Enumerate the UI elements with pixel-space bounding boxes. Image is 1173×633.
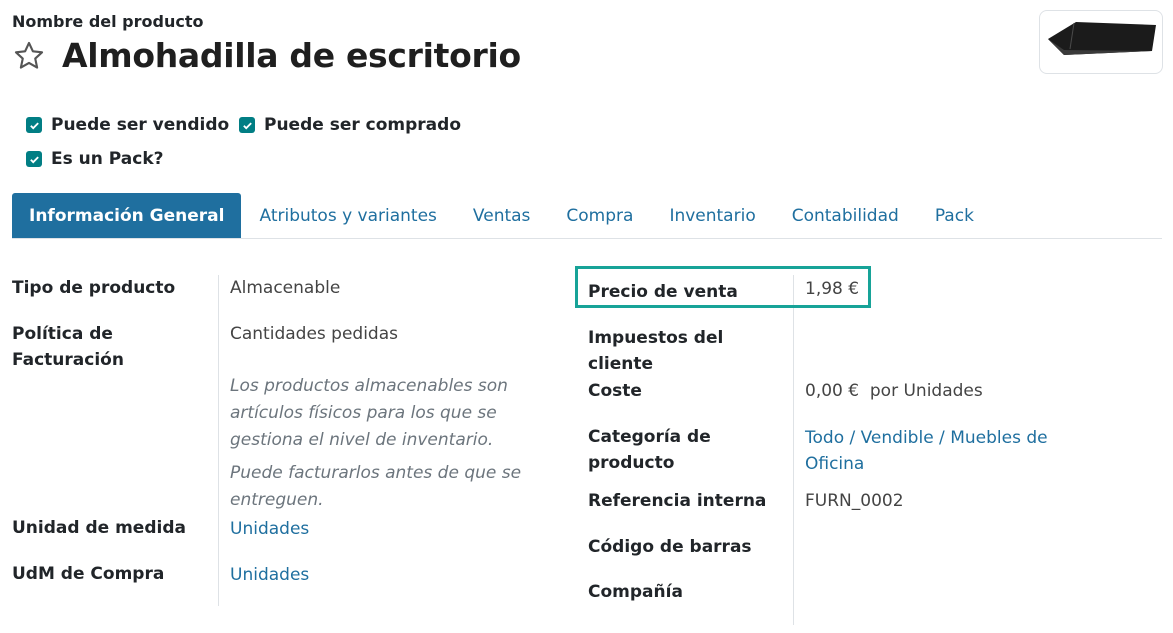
field-codigo-barras[interactable] (805, 534, 1055, 560)
desk-pad-image-icon (1048, 22, 1156, 55)
title-row: Almohadilla de escritorio (12, 36, 521, 75)
tab-compra[interactable]: Compra (548, 193, 651, 238)
coste-unit: por Unidades (869, 381, 983, 401)
tab-ventas[interactable]: Ventas (455, 193, 548, 238)
label-politica-facturacion: Política de Facturación (12, 321, 124, 373)
checkbox-label: Puede ser vendido (51, 115, 230, 135)
help-line: gestiona el nivel de inventario. (230, 430, 494, 450)
checkbox-checked-icon[interactable] (26, 117, 42, 133)
checkbox-checked-icon[interactable] (239, 117, 255, 133)
label-line: Categoría de (588, 427, 711, 447)
label-line: Facturación (12, 350, 124, 370)
field-compania[interactable] (805, 579, 1055, 605)
tab-inventario[interactable]: Inventario (651, 193, 773, 238)
product-image[interactable] (1039, 10, 1163, 74)
product-title[interactable]: Almohadilla de escritorio (62, 36, 521, 75)
checkbox-is-pack[interactable]: Es un Pack? (26, 149, 164, 169)
tab-pack[interactable]: Pack (917, 193, 992, 238)
notebook-tabs: Información General Atributos y variante… (12, 193, 1162, 239)
label-tipo-producto: Tipo de producto (12, 278, 176, 298)
highlight-box (575, 266, 871, 308)
label-compania: Compañía (588, 582, 683, 602)
checkbox-purchase-ok[interactable]: Puede ser comprado (239, 115, 461, 135)
help-line: Los productos almacenables son (230, 376, 508, 396)
field-coste[interactable]: 0,00 € por Unidades (805, 378, 983, 404)
label-line: cliente (588, 354, 654, 374)
left-divider (218, 275, 219, 606)
label-categoria-producto: Categoría de producto (588, 424, 711, 476)
product-name-label: Nombre del producto (12, 12, 204, 31)
checkbox-checked-icon[interactable] (26, 151, 42, 167)
label-impuestos-cliente: Impuestos del cliente (588, 325, 723, 377)
field-unidad-medida[interactable]: Unidades (230, 516, 309, 542)
field-udm-compra[interactable]: Unidades (230, 562, 309, 588)
checkbox-sale-ok[interactable]: Puede ser vendido (26, 115, 229, 135)
label-unidad-medida: Unidad de medida (12, 518, 186, 538)
field-tipo-producto[interactable]: Almacenable (230, 275, 340, 301)
star-icon[interactable] (12, 39, 46, 73)
checkbox-label: Es un Pack? (51, 149, 164, 169)
field-categoria-producto[interactable]: Todo / Vendible / Muebles de Oficina (805, 425, 1048, 477)
link-line: Todo / Vendible / Muebles de (805, 428, 1048, 448)
link-line: Oficina (805, 454, 865, 474)
label-coste: Coste (588, 381, 642, 401)
help-line: artículos físicos para los que se (230, 403, 497, 423)
field-politica-facturacion[interactable]: Cantidades pedidas (230, 321, 398, 347)
tab-atributos-variantes[interactable]: Atributos y variantes (241, 193, 454, 238)
label-line: Impuestos del (588, 328, 724, 348)
help-text-tipo: Los productos almacenables son artículos… (230, 373, 508, 454)
label-codigo-barras: Código de barras (588, 537, 752, 557)
label-udm-compra: UdM de Compra (12, 564, 165, 584)
tab-contabilidad[interactable]: Contabilidad (774, 193, 917, 238)
label-referencia-interna: Referencia interna (588, 491, 767, 511)
label-line: Política de (12, 324, 113, 344)
coste-value: 0,00 € (805, 381, 860, 401)
right-divider (793, 275, 794, 625)
help-line: entreguen. (230, 490, 324, 510)
label-line: producto (588, 453, 675, 473)
help-line: Puede facturarlos antes de que se (230, 463, 522, 483)
tab-informacion-general[interactable]: Información General (12, 193, 242, 238)
checkbox-label: Puede ser comprado (264, 115, 462, 135)
help-text-facturacion: Puede facturarlos antes de que se entreg… (230, 460, 521, 514)
field-referencia-interna[interactable]: FURN_0002 (805, 488, 904, 514)
